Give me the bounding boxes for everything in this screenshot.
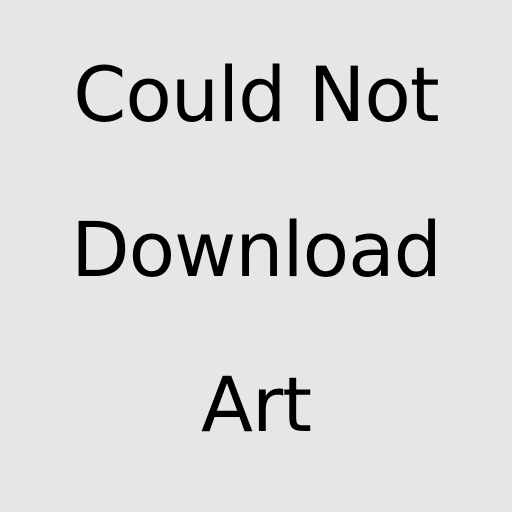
placeholder-text-line-3: Art [200,360,312,449]
placeholder-text-line-1: Could Not [73,50,439,139]
missing-art-placeholder: Could Not Download Art [0,0,512,512]
placeholder-text-line-2: Download [71,205,442,294]
